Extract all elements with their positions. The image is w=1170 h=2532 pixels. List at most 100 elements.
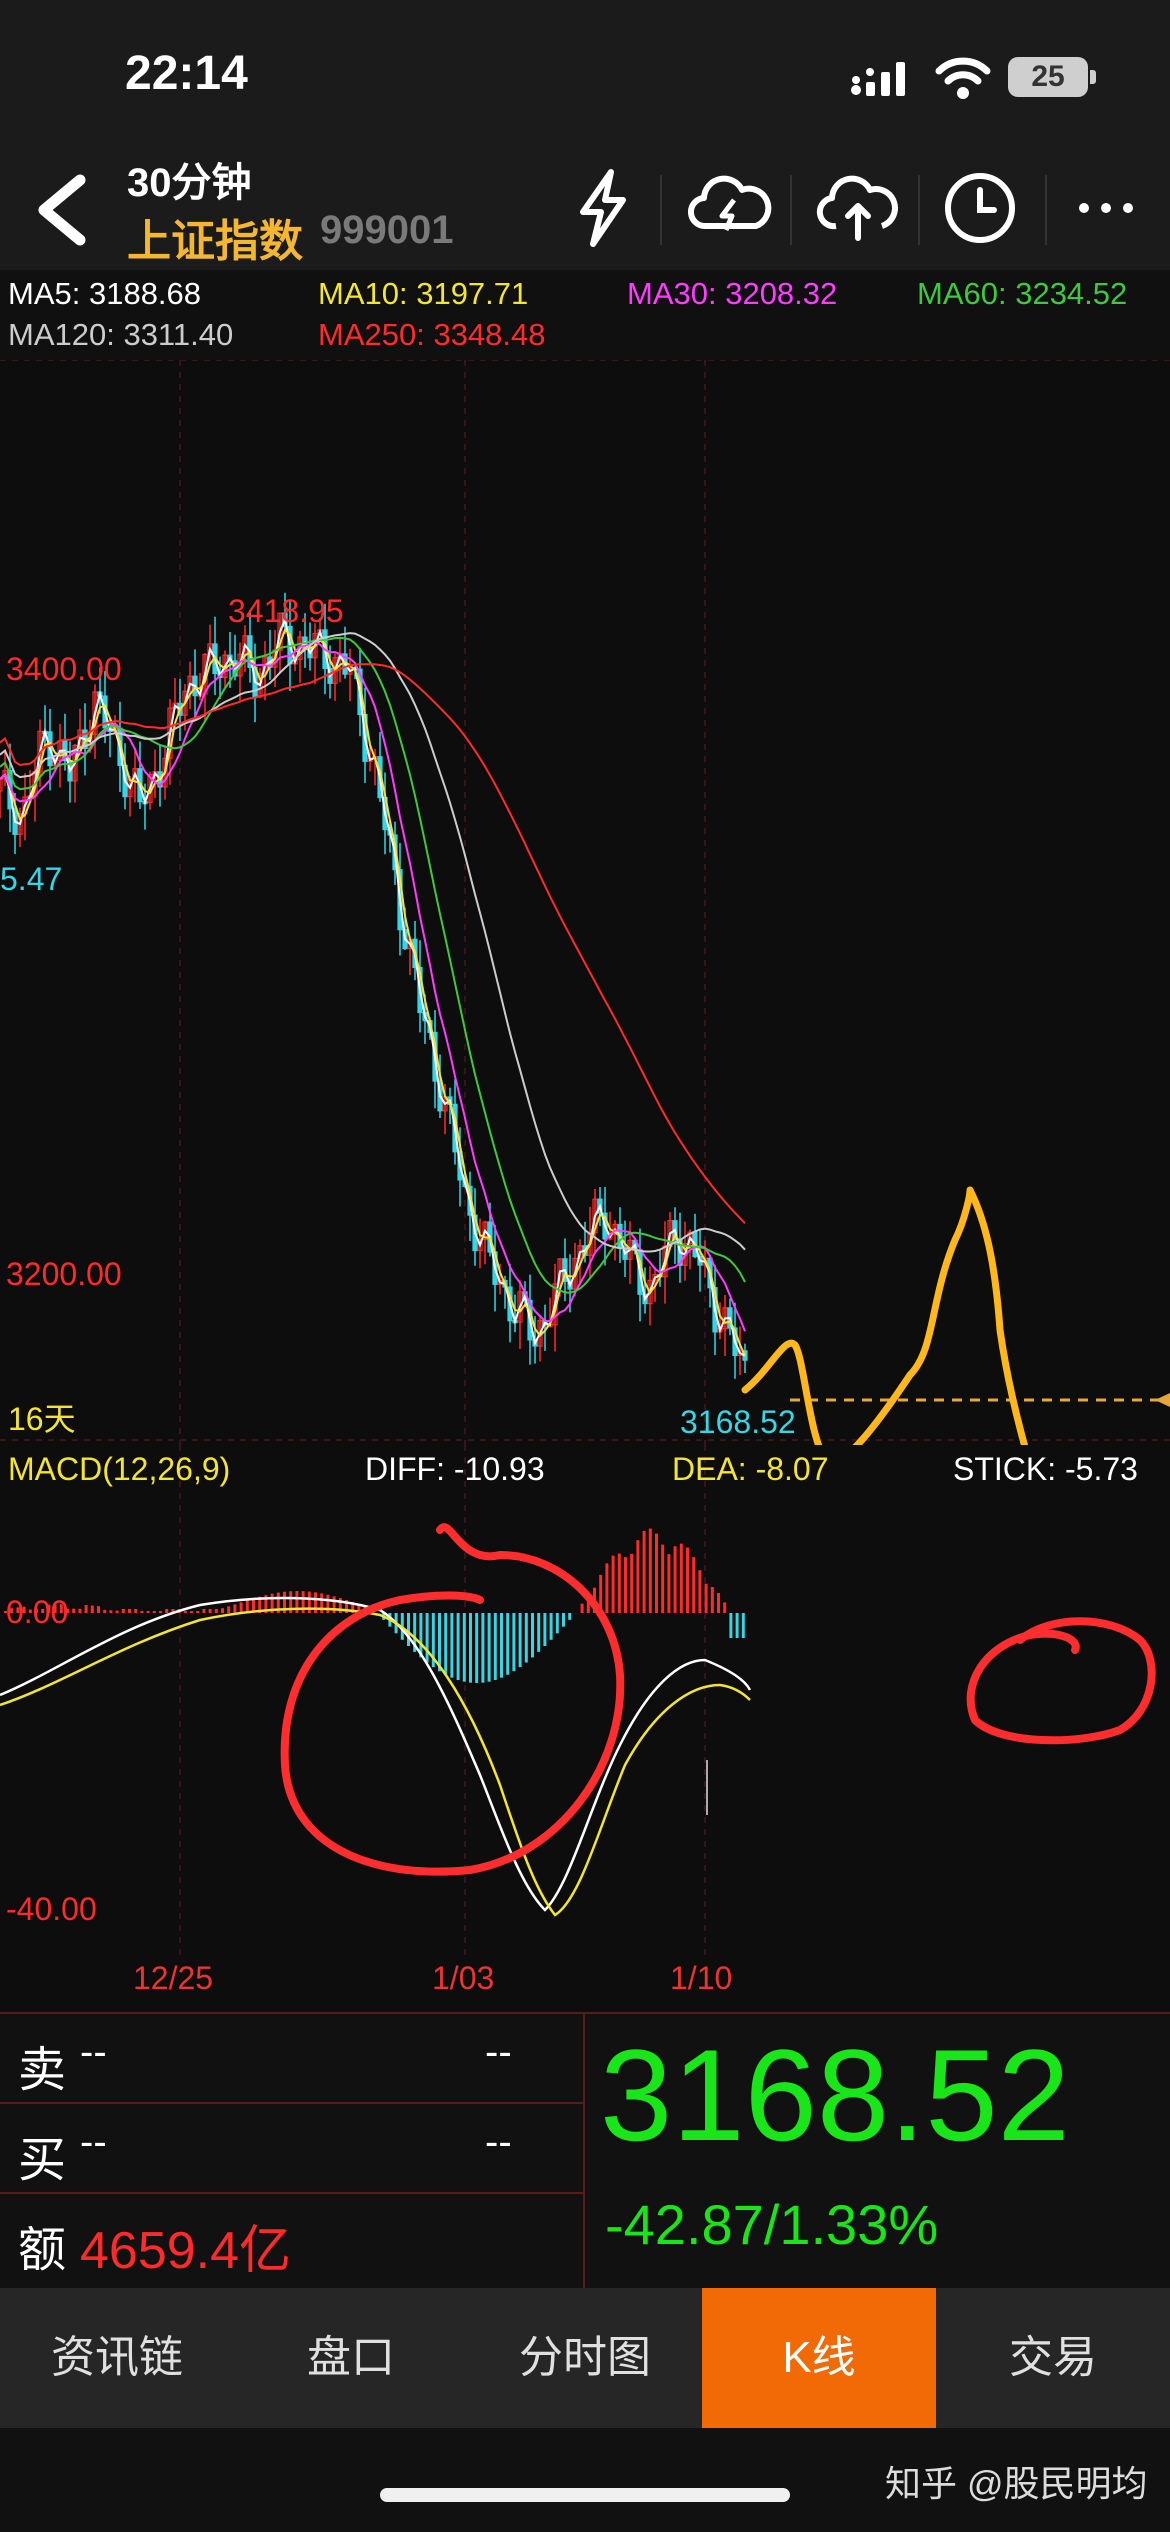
ma120-label: MA120: 3311.40	[8, 317, 234, 352]
cellular-signal-icon	[851, 62, 905, 96]
period-days-label: 16天	[8, 1401, 76, 1437]
macd-bar	[611, 1555, 615, 1613]
macd-bar	[152, 1611, 156, 1613]
macd-bar	[679, 1543, 683, 1613]
macd-bar	[233, 1604, 237, 1613]
last-price-label: 3168.52	[680, 1404, 796, 1440]
tab-intraday[interactable]: 分时图	[468, 2288, 702, 2428]
macd-bar	[208, 1609, 212, 1613]
macd-bar	[605, 1563, 609, 1613]
buy-value: --	[80, 2120, 107, 2164]
annotation-circle-left	[280, 1523, 625, 1876]
sell-label: 卖	[18, 2044, 67, 2097]
ma250-label: MA250: 3348.48	[318, 317, 546, 352]
macd-bar	[78, 1608, 82, 1613]
macd-bar	[642, 1530, 646, 1613]
macd-bar	[636, 1540, 640, 1613]
macd-bar	[97, 1606, 100, 1613]
amount-label: 额	[18, 2224, 67, 2277]
tab-order-book[interactable]: 盘口	[234, 2288, 468, 2428]
macd-bar	[648, 1528, 652, 1613]
annotation-circle-right	[966, 1617, 1156, 1745]
macd-bar	[624, 1557, 627, 1613]
macd-bar	[4, 1611, 7, 1613]
macd-bar	[16, 1607, 20, 1613]
macd-chart[interactable]: MACD(12,26,9) DIFF: -10.93 DEA: -8.07 ST…	[0, 1445, 1170, 1960]
battery-icon: 25	[1008, 57, 1088, 97]
macd-bar	[28, 1609, 32, 1613]
clock-icon[interactable]	[932, 160, 1027, 255]
macd-bar	[35, 1609, 38, 1613]
macd-bar	[59, 1604, 63, 1613]
macd-bar	[741, 1613, 745, 1638]
buy-label: 买	[18, 2134, 67, 2187]
home-indicator[interactable]	[380, 2488, 790, 2502]
macd-bar	[84, 1605, 88, 1613]
macd-bar	[568, 1613, 572, 1620]
ma-line	[0, 636, 746, 1294]
macd-bar	[196, 1611, 200, 1613]
macd-bar	[450, 1613, 454, 1678]
current-price: 3168.52	[600, 2022, 1070, 2168]
macd-bar	[537, 1613, 541, 1652]
ma10-label: MA10: 3197.71	[318, 276, 529, 311]
price-change: -42.87/1.33%	[605, 2193, 939, 2256]
ma5-label: MA5: 3188.68	[8, 276, 202, 311]
macd-diff-label: DIFF: -10.93	[365, 1451, 545, 1487]
date-label: 1/03	[432, 1960, 495, 1996]
back-arrow-icon[interactable]	[30, 170, 90, 250]
macd-bar	[710, 1587, 714, 1613]
macd-bar	[202, 1609, 206, 1613]
macd-bar	[53, 1604, 57, 1613]
cloud-sync-icon[interactable]	[682, 160, 777, 255]
macd-label: MACD(12,26,9)	[8, 1451, 230, 1487]
macd-bar	[735, 1613, 739, 1638]
macd-bar	[221, 1608, 224, 1613]
macd-bar	[562, 1613, 565, 1627]
macd-bar	[506, 1613, 510, 1675]
macd-bar	[655, 1533, 658, 1613]
macd-bar	[103, 1609, 107, 1613]
macd-bar	[146, 1611, 150, 1613]
macd-bar	[555, 1613, 559, 1634]
macd-bar	[462, 1613, 466, 1682]
flash-icon[interactable]	[555, 160, 650, 255]
macd-bar	[444, 1613, 448, 1675]
panel-divider	[583, 2014, 585, 2288]
cloud-upload-icon[interactable]	[810, 160, 905, 255]
macd-bar	[512, 1613, 516, 1672]
macd-bar	[66, 1608, 69, 1613]
macd-bar	[531, 1613, 534, 1658]
macd-bar	[667, 1554, 671, 1613]
kline-chart[interactable]: 3418.95 3400.00 5.47 3200.00 3168.52 16天	[0, 360, 1170, 1445]
macd-bar	[10, 1608, 14, 1613]
macd-bar	[717, 1593, 720, 1613]
macd-bar	[469, 1613, 472, 1683]
high-price-label: 3418.95	[228, 593, 344, 629]
macd-dea-line	[0, 1607, 751, 1917]
ma60-label: MA60: 3234.52	[917, 276, 1128, 311]
sell-value: --	[80, 2030, 107, 2074]
watermark: 知乎 @股民明均	[885, 2463, 1148, 2504]
period-title: 30分钟	[127, 161, 252, 205]
amount-value: 4659.4亿	[80, 2222, 292, 2280]
level-3200-label: 3200.00	[6, 1256, 122, 1292]
macd-bar	[698, 1570, 702, 1613]
battery-nub	[1090, 70, 1096, 84]
tab-kline[interactable]: K线	[702, 2288, 936, 2428]
macd-bar	[729, 1613, 733, 1638]
macd-bar	[47, 1604, 51, 1613]
macd-bar	[183, 1611, 187, 1613]
macd-bar	[128, 1609, 131, 1613]
tab-news-chain[interactable]: 资讯链	[0, 2288, 234, 2428]
ma-line	[0, 641, 746, 1332]
macd-bar	[239, 1602, 243, 1613]
more-icon[interactable]	[1060, 160, 1155, 255]
macd-dea-label: DEA: -8.07	[672, 1451, 829, 1487]
macd-bar	[487, 1613, 491, 1682]
ma30-label: MA30: 3208.32	[627, 276, 838, 311]
tab-trade[interactable]: 交易	[936, 2288, 1170, 2428]
macd-bar	[214, 1609, 218, 1613]
status-time: 22:14	[125, 47, 248, 100]
macd-bar	[617, 1553, 621, 1613]
